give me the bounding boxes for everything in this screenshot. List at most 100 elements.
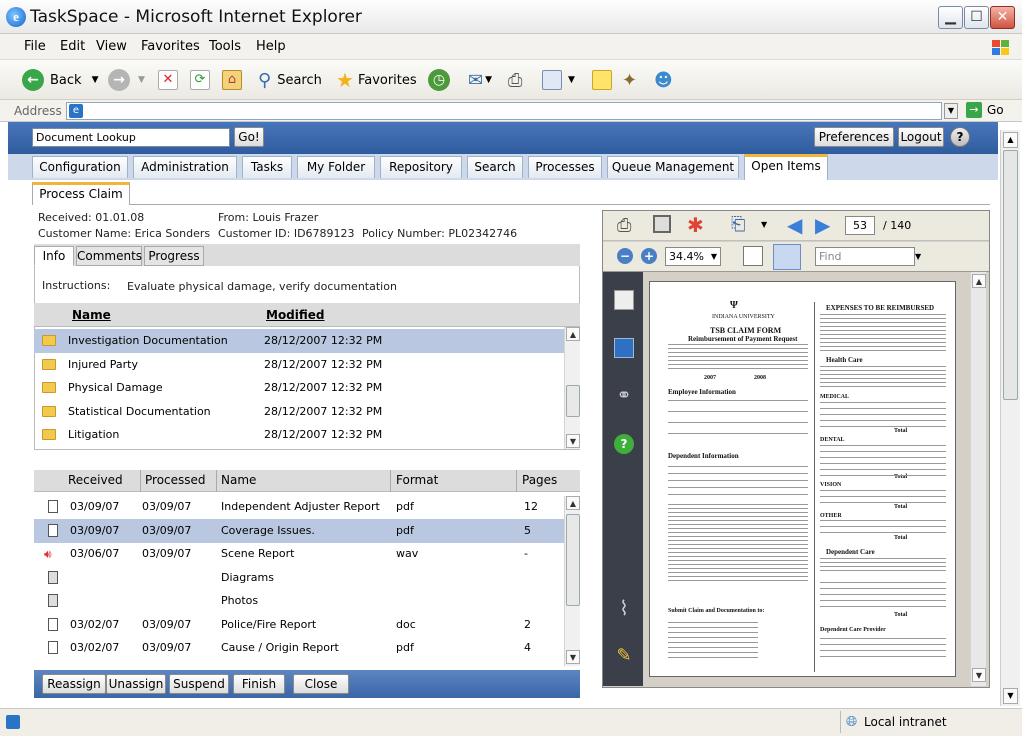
suspend-button[interactable]: Suspend (169, 674, 229, 694)
search-button[interactable]: ⚲ Search (258, 68, 322, 92)
minimize-button[interactable]: ▁ (938, 6, 963, 29)
address-input[interactable]: e (66, 102, 942, 120)
lookup-go-button[interactable]: Go! (234, 127, 264, 147)
previous-page-icon[interactable]: ◀ (787, 213, 802, 237)
column-doc-name[interactable]: Name (221, 473, 256, 487)
scroll-down-arrow[interactable]: ▼ (566, 650, 580, 664)
column-processed[interactable]: Processed (145, 473, 206, 487)
documents-scrollbar[interactable]: ▲ ▼ (564, 496, 580, 666)
folder-row[interactable]: Injured Party 28/12/2007 12:32 PM (34, 353, 564, 377)
scroll-down-arrow[interactable]: ▼ (1003, 688, 1018, 704)
menu-tools[interactable]: Tools (209, 39, 241, 54)
research-button[interactable]: ✦ (622, 68, 637, 92)
stop-button[interactable]: ✕ (158, 68, 178, 92)
logout-button[interactable]: Logout (898, 127, 944, 147)
help-button[interactable]: ? (950, 127, 970, 147)
column-received[interactable]: Received (68, 473, 123, 487)
folders-scrollbar[interactable]: ▲ ▼ (564, 327, 580, 449)
page-number-input[interactable]: 53 (845, 216, 875, 235)
history-button[interactable]: ◷ (428, 68, 450, 92)
tab-tasks[interactable]: Tasks (242, 156, 292, 178)
comments-icon[interactable]: ✎ (614, 646, 634, 666)
tab-administration[interactable]: Administration (133, 156, 237, 178)
edit-button[interactable]: ▼ (542, 68, 575, 92)
go-button[interactable]: → Go (966, 102, 1004, 118)
unassign-button[interactable]: Unassign (106, 674, 166, 694)
tab-processes[interactable]: Processes (528, 156, 602, 178)
folder-row[interactable]: Statistical Documentation 28/12/2007 12:3… (34, 400, 564, 424)
document-row[interactable]: 03/09/07 03/09/07 Coverage Issues. pdf 5 (34, 518, 564, 543)
preferences-button[interactable]: Preferences (814, 127, 894, 147)
zoom-in-icon[interactable]: + (641, 248, 657, 264)
document-row[interactable]: Diagrams (34, 566, 564, 590)
bookmarks-icon[interactable] (614, 338, 634, 358)
scroll-down-arrow[interactable]: ▼ (972, 668, 986, 682)
tab-my-folder[interactable]: My Folder (297, 156, 375, 178)
scroll-up-arrow[interactable]: ▲ (566, 496, 580, 510)
find-input[interactable]: Find (815, 247, 915, 266)
tab-configuration[interactable]: Configuration (32, 156, 128, 178)
finish-button[interactable]: Finish (233, 674, 285, 694)
tab-queue-management[interactable]: Queue Management (607, 156, 739, 178)
viewer-scrollbar[interactable]: ▲ ▼ (970, 272, 986, 686)
document-row[interactable]: 🔊︎ 03/06/07 03/09/07 Scene Report wav - (34, 542, 564, 566)
menu-edit[interactable]: Edit (60, 39, 85, 54)
collaborate-icon[interactable]: ✱ (687, 213, 704, 237)
column-modified[interactable]: Modified (266, 308, 325, 322)
scroll-up-arrow[interactable]: ▲ (566, 327, 580, 341)
tab-search[interactable]: Search (467, 156, 523, 178)
refresh-button[interactable]: ⟳ (190, 68, 210, 92)
attachment-icon[interactable]: ⌇ (614, 598, 634, 618)
pages-panel-icon[interactable] (614, 290, 634, 310)
menu-file[interactable]: File (24, 39, 46, 54)
back-button[interactable]: ← Back ▼ (22, 68, 98, 92)
column-pages[interactable]: Pages (522, 473, 557, 487)
fit-width-icon[interactable] (743, 246, 763, 266)
print-icon[interactable]: ⎙ (617, 215, 631, 236)
mail-button[interactable]: ✉ ▼ (468, 68, 492, 92)
close-window-button[interactable]: ✕ (990, 6, 1015, 29)
scroll-thumb[interactable] (566, 385, 580, 417)
sign-icon[interactable]: ⎗ (731, 214, 745, 235)
messenger-button[interactable]: ☻ (654, 68, 673, 92)
tab-open-items[interactable]: Open Items (744, 154, 828, 180)
favorites-button[interactable]: ★ Favorites (336, 68, 417, 92)
forward-button[interactable]: → ▼ (108, 68, 145, 92)
sign-dropdown-icon[interactable]: ▼ (761, 220, 767, 229)
notes-button[interactable] (592, 68, 612, 92)
panel-tab-info[interactable]: Info (34, 246, 74, 266)
folder-row[interactable]: Litigation 28/12/2007 12:32 PM (34, 423, 564, 447)
document-row[interactable]: 03/09/07 03/09/07 Independent Adjuster Rep… (34, 495, 564, 519)
page-scrollbar[interactable]: ▲ ▼ (1000, 130, 1020, 706)
reassign-button[interactable]: Reassign (42, 674, 106, 694)
scroll-thumb[interactable] (1003, 150, 1018, 400)
next-page-icon[interactable]: ▶ (815, 213, 830, 237)
document-row[interactable]: 03/02/07 03/09/07 Cause / Origin Report pdf… (34, 636, 564, 660)
tab-repository[interactable]: Repository (380, 156, 462, 178)
close-button[interactable]: Close (293, 674, 349, 694)
column-format[interactable]: Format (396, 473, 438, 487)
menu-view[interactable]: View (96, 39, 127, 54)
document-row[interactable]: Photos (34, 589, 564, 613)
fit-page-icon[interactable] (773, 244, 801, 270)
subtab-process-claim[interactable]: Process Claim (32, 182, 130, 205)
zoom-out-icon[interactable]: − (617, 248, 633, 264)
address-dropdown-button[interactable]: ▼ (944, 103, 958, 119)
scroll-up-arrow[interactable]: ▲ (972, 274, 986, 288)
help-circle-icon[interactable]: ? (614, 434, 634, 454)
document-row[interactable]: 03/02/07 03/09/07 Police/Fire Report doc 2 (34, 613, 564, 637)
folder-row[interactable]: Physical Damage 28/12/2007 12:32 PM (34, 376, 564, 400)
find-dropdown-icon[interactable]: ▼ (915, 252, 921, 261)
document-lookup-input[interactable]: Document Lookup (32, 128, 230, 147)
folder-row[interactable]: Investigation Documentation 28/12/2007 12… (34, 329, 564, 353)
zoom-select[interactable]: 34.4% ▼ (665, 247, 721, 266)
maximize-button[interactable]: ☐ (964, 6, 989, 29)
print-button[interactable]: ⎙ (508, 68, 522, 92)
save-icon[interactable] (653, 215, 671, 233)
binoculars-icon[interactable]: ⚭ (614, 386, 634, 406)
menu-favorites[interactable]: Favorites (141, 39, 200, 54)
menu-help[interactable]: Help (256, 39, 286, 54)
panel-tab-comments[interactable]: Comments (76, 246, 142, 266)
scroll-thumb[interactable] (566, 514, 580, 606)
column-name[interactable]: Name (72, 308, 111, 322)
